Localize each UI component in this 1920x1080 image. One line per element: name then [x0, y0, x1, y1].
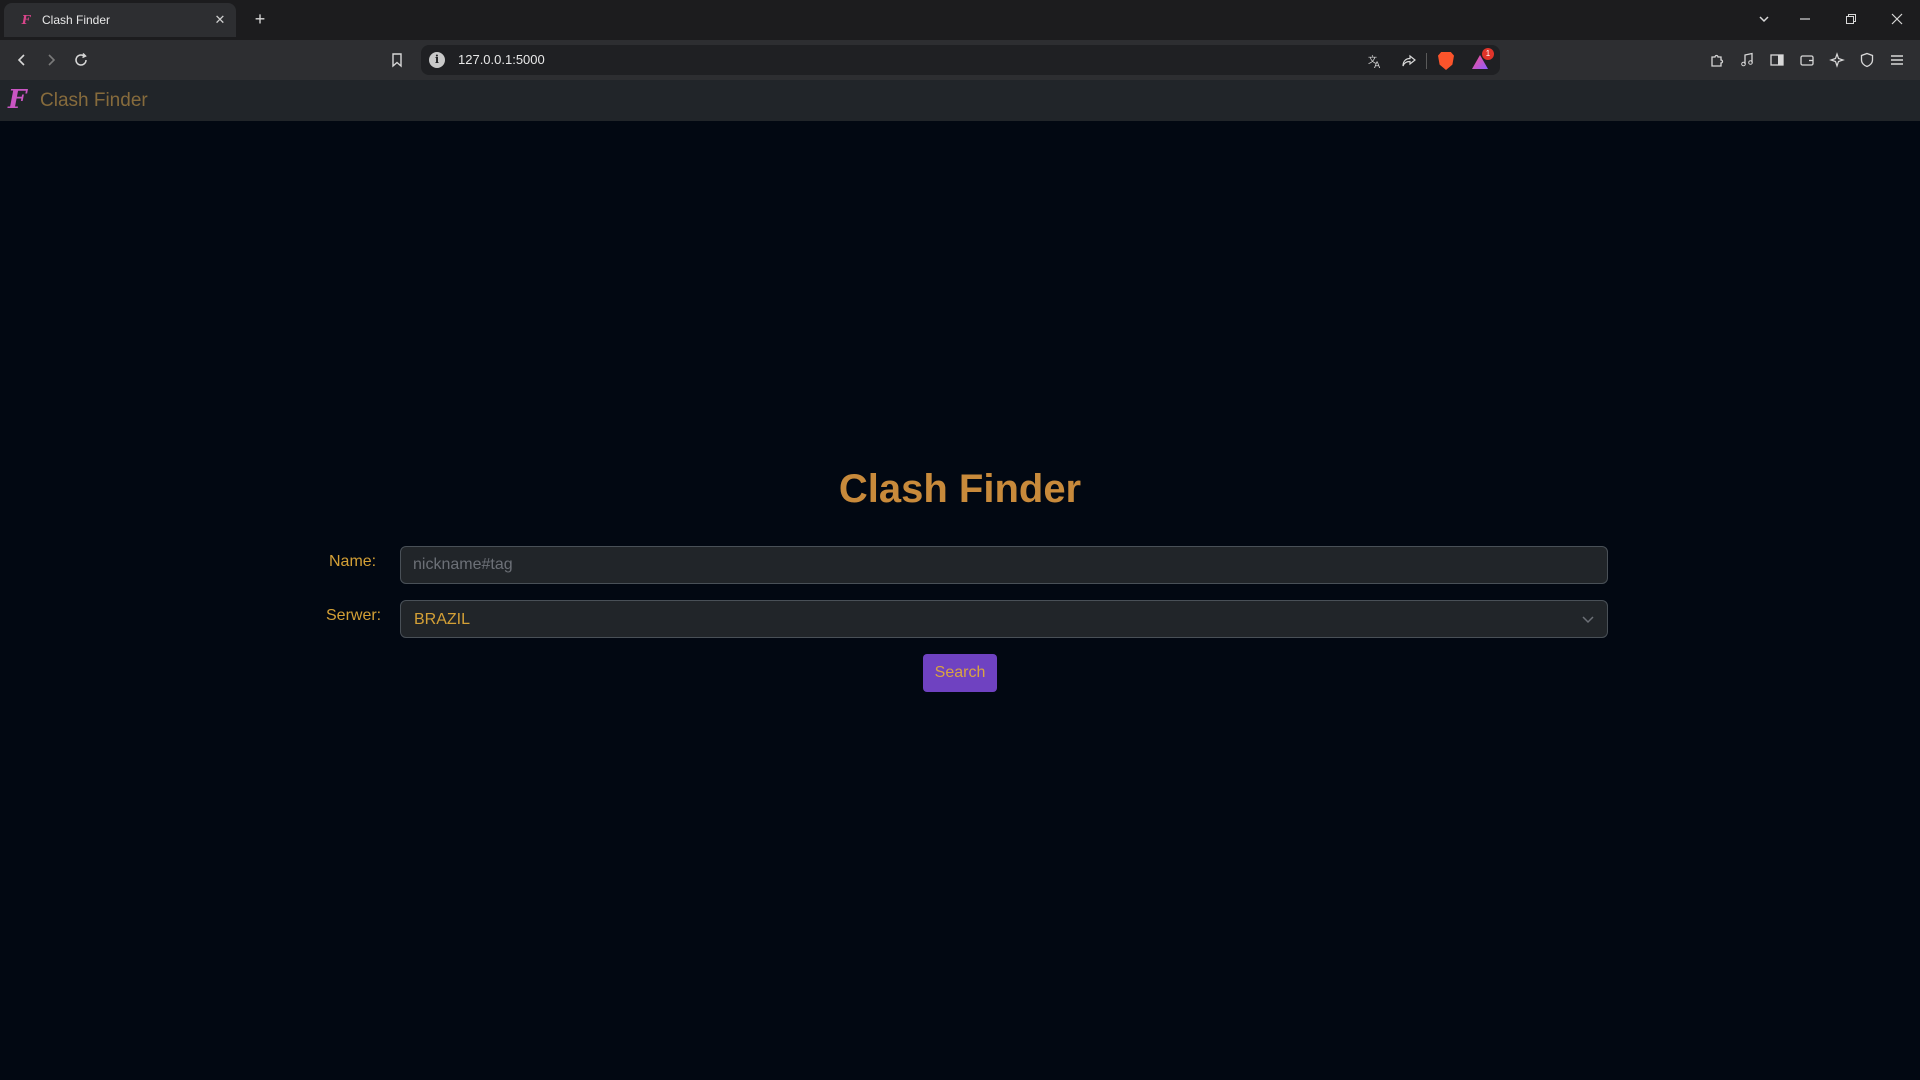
tab-title: Clash Finder [42, 13, 111, 27]
brand-logo-icon[interactable]: F [8, 87, 30, 113]
tab-close-icon[interactable]: ✕ [212, 12, 228, 28]
forward-icon[interactable] [39, 48, 63, 72]
chevron-down-icon [1582, 616, 1594, 624]
sparkle-icon[interactable] [1825, 48, 1849, 72]
tab-search-chevron-icon[interactable] [1752, 8, 1776, 32]
server-selected-value: BRAZIL [414, 611, 471, 628]
share-icon[interactable] [1398, 50, 1420, 72]
new-tab-button[interactable]: + [250, 9, 270, 29]
translate-icon[interactable]: 文A [1364, 50, 1386, 72]
svg-text:A: A [1374, 61, 1381, 69]
omnibox-divider [1426, 53, 1427, 69]
wallet-icon[interactable] [1795, 48, 1819, 72]
bookmark-icon[interactable] [385, 48, 409, 72]
puzzle-icon[interactable] [1705, 48, 1729, 72]
reload-icon[interactable] [69, 48, 93, 72]
minimize-icon[interactable] [1793, 8, 1817, 32]
sidebar-icon[interactable] [1765, 48, 1789, 72]
brand-link[interactable]: Clash Finder [40, 90, 148, 112]
address-bar[interactable]: i 127.0.0.1:5000 文A 1 [421, 45, 1500, 75]
server-label: Serwer: [326, 607, 382, 624]
page-title: Clash Finder [838, 467, 1082, 511]
shield-icon[interactable] [1855, 48, 1879, 72]
name-input[interactable] [400, 546, 1608, 584]
restore-icon[interactable] [1839, 8, 1863, 32]
tab-favicon-icon: F [21, 13, 31, 27]
hamburger-menu-icon[interactable] [1885, 48, 1909, 72]
url-text[interactable]: 127.0.0.1:5000 [458, 52, 545, 67]
browser-tabstrip: F Clash Finder ✕ + [0, 0, 1920, 40]
name-label: Name: [329, 553, 377, 570]
server-select[interactable]: BRAZIL [400, 600, 1608, 638]
search-button[interactable]: Search [923, 654, 997, 692]
rewards-badge: 1 [1482, 48, 1494, 60]
site-info-icon[interactable]: i [429, 52, 445, 68]
music-note-icon[interactable] [1735, 48, 1759, 72]
app-navbar [0, 80, 1920, 121]
close-window-icon[interactable] [1885, 8, 1909, 32]
brave-lion-icon[interactable] [1435, 50, 1457, 72]
back-icon[interactable] [10, 48, 34, 72]
brave-rewards-icon[interactable]: 1 [1469, 48, 1494, 72]
tab-clash-finder[interactable]: F Clash Finder ✕ [4, 3, 236, 37]
